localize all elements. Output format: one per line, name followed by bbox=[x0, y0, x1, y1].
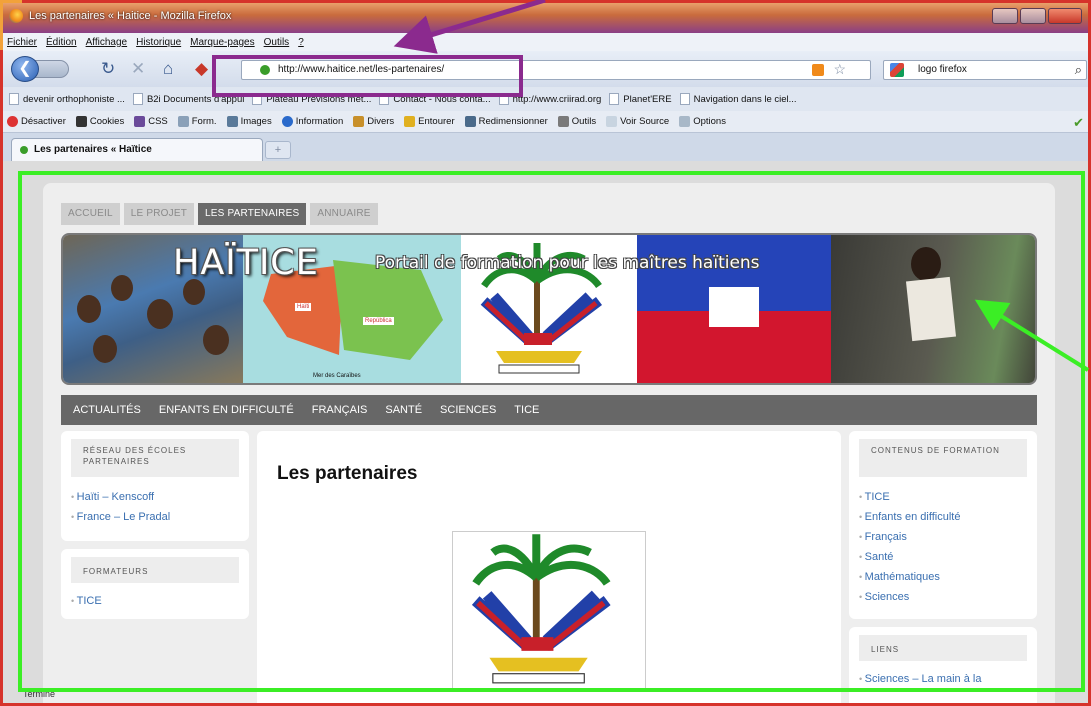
purple-arrow bbox=[393, 0, 546, 54]
annotation-arrows bbox=[393, 0, 1090, 372]
green-arrow bbox=[974, 299, 1090, 372]
